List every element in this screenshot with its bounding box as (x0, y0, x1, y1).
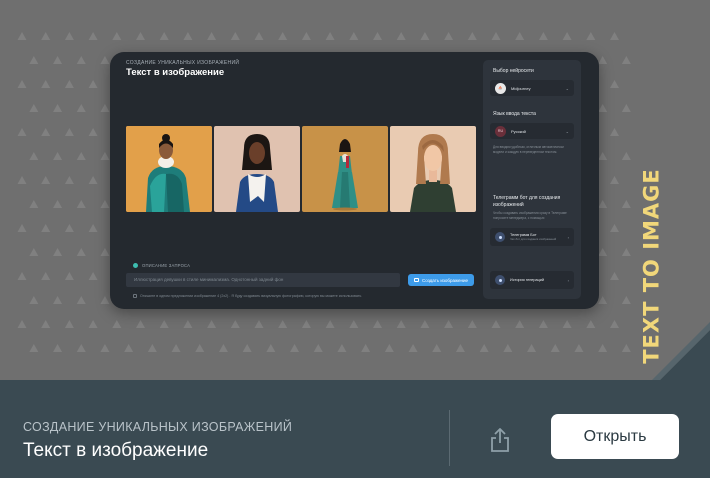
history-item-title: История генераций (510, 278, 545, 282)
open-button[interactable]: Открыть (551, 414, 679, 459)
chevron-down-icon: ⌄ (565, 128, 569, 134)
chevron-right-icon: › (567, 234, 569, 240)
app-preview-window: СОЗДАНИЕ УНИКАЛЬНЫХ ИЗОБРАЖЕНИЙ Текст в … (110, 52, 599, 309)
thumbnail-image[interactable] (126, 126, 212, 212)
image-icon (414, 278, 419, 282)
bot-heading: Телеграмм бот для создания изображений (493, 195, 561, 208)
divider (449, 410, 450, 466)
app-subtitle-label: СОЗДАНИЕ УНИКАЛЬНЫХ ИЗОБРАЖЕНИЙ (23, 420, 293, 434)
telegram-bot-item[interactable]: Телеграмм Бот Чат-бот для создания изобр… (490, 228, 574, 246)
settings-panel: Выбор нейросети ⛵ Midjourney ⌄ Язык ввод… (483, 60, 581, 299)
hero-banner: TEXT TO IMAGE СОЗДАНИЕ УНИКАЛЬНЫХ ИЗОБРА… (0, 0, 710, 380)
vertical-title: TEXT TO IMAGE (639, 168, 664, 364)
hint-text: Опишите в одном предложении изображение … (140, 294, 362, 298)
info-bar: СОЗДАНИЕ УНИКАЛЬНЫХ ИЗОБРАЖЕНИЙ Текст в … (0, 380, 710, 478)
network-value: Midjourney (511, 85, 531, 91)
thumbnail-image[interactable] (302, 126, 388, 212)
thumbnail-image[interactable] (390, 126, 476, 212)
history-item[interactable]: История генераций › (490, 271, 574, 289)
network-heading: Выбор нейросети (493, 68, 534, 74)
language-badge: RU (495, 125, 506, 137)
app-title: Текст в изображение (126, 67, 225, 78)
history-icon (495, 275, 505, 285)
generate-button-label: Создать изображение (422, 277, 468, 283)
prompt-label: ОПИСАНИЕ ЗАПРОСА (142, 263, 191, 268)
share-icon[interactable] (488, 427, 512, 453)
prompt-label-row: ОПИСАНИЕ ЗАПРОСА (133, 263, 190, 268)
chevron-right-icon: › (567, 277, 569, 283)
bot-note: Чтобы создавать изображения сразу в Теле… (493, 211, 567, 220)
app-subtitle: СОЗДАНИЕ УНИКАЛЬНЫХ ИЗОБРАЖЕНИЙ (126, 60, 240, 66)
hint-checkbox[interactable] (133, 294, 137, 298)
app-name: Текст в изображение (23, 440, 209, 461)
hint-row: Опишите в одном предложении изображение … (133, 294, 361, 298)
generate-button[interactable]: Создать изображение (408, 274, 474, 286)
language-value: Русский (511, 128, 526, 134)
sailboat-icon: ⛵ (495, 82, 506, 94)
network-select[interactable]: ⛵ Midjourney ⌄ (490, 80, 574, 96)
language-heading: Язык ввода текста (493, 111, 536, 117)
chevron-down-icon: ⌄ (565, 85, 569, 91)
language-select[interactable]: RU Русский ⌄ (490, 123, 574, 139)
telegram-icon (495, 232, 505, 242)
prompt-dot-icon (133, 263, 138, 268)
prompt-input[interactable]: Иллюстрация девушки в стиле минимализма.… (126, 273, 400, 287)
image-gallery (126, 126, 476, 212)
thumbnail-image[interactable] (214, 126, 300, 212)
bot-item-sub: Чат-бот для создания изображений (510, 237, 557, 241)
language-note: Для вводим удобным, отличным автоматичес… (493, 145, 564, 154)
